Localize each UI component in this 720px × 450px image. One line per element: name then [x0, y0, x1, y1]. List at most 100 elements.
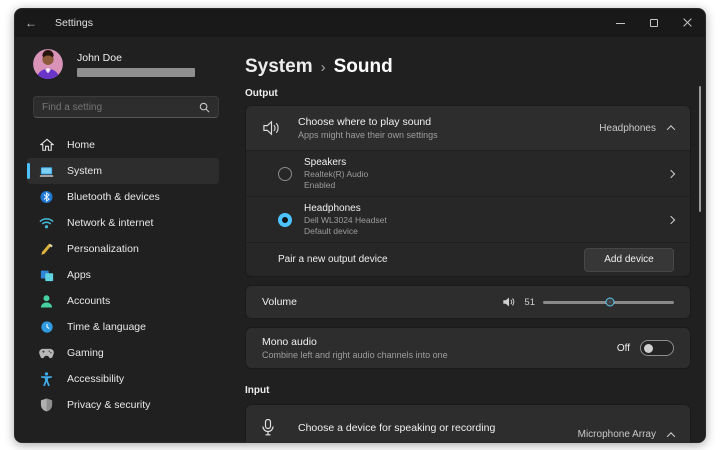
volume-slider[interactable] [543, 301, 674, 304]
search-input[interactable] [42, 102, 199, 113]
personalization-icon [39, 242, 54, 257]
device-name: Speakers [304, 157, 368, 168]
device-detail: Dell WL3024 Headset [304, 215, 387, 225]
device-row-speakers[interactable]: Speakers Realtek(R) Audio Enabled [246, 150, 690, 196]
main-content: System › Sound Output Choose where to pl… [233, 37, 705, 443]
sidebar-item-gaming[interactable]: Gaming [27, 340, 219, 366]
pair-device-label: Pair a new output device [278, 254, 388, 265]
volume-card: Volume 51 [245, 285, 691, 319]
sidebar-item-time-language[interactable]: Time & language [27, 314, 219, 340]
network-icon [39, 216, 54, 231]
app-title: Settings [55, 17, 93, 29]
mono-audio-card: Mono audio Combine left and right audio … [245, 327, 691, 369]
volume-speaker-icon[interactable] [502, 296, 516, 308]
chevron-right-icon[interactable] [667, 215, 675, 223]
apps-icon [39, 268, 54, 283]
sidebar: John Doe Home System Blu [15, 37, 233, 443]
time-language-icon [39, 320, 54, 335]
sidebar-item-personalization[interactable]: Personalization [27, 236, 219, 262]
chevron-up-icon[interactable] [667, 125, 675, 133]
scrollbar[interactable] [699, 86, 701, 212]
pair-device-row: Pair a new output device Add device [246, 242, 690, 276]
sidebar-item-label: Personalization [67, 243, 139, 255]
maximize-icon [650, 19, 658, 27]
avatar [33, 49, 63, 79]
sidebar-item-label: Accounts [67, 295, 110, 307]
device-status: Default device [304, 226, 387, 236]
mono-audio-toggle[interactable] [640, 340, 674, 356]
page-title: Sound [334, 56, 393, 78]
sidebar-item-apps[interactable]: Apps [27, 262, 219, 288]
system-icon [39, 164, 54, 179]
sidebar-item-label: Network & internet [67, 217, 153, 229]
mono-audio-title: Mono audio [262, 336, 448, 348]
privacy-icon [39, 398, 54, 413]
breadcrumb-separator: › [321, 59, 326, 76]
sidebar-item-label: Accessibility [67, 373, 124, 385]
sidebar-item-accounts[interactable]: Accounts [27, 288, 219, 314]
user-email-redacted [77, 68, 195, 77]
microphone-icon [262, 419, 284, 436]
input-device-card[interactable]: Choose a device for speaking or recordin… [245, 404, 691, 443]
add-device-button[interactable]: Add device [584, 248, 674, 272]
output-expander-header[interactable]: Choose where to play sound Apps might ha… [246, 106, 690, 150]
sidebar-item-label: Time & language [67, 321, 146, 333]
volume-value: 51 [524, 297, 535, 308]
output-selected-value: Headphones [599, 123, 656, 134]
user-profile[interactable]: John Doe [33, 49, 233, 79]
sidebar-item-label: Gaming [67, 347, 104, 359]
sidebar-item-label: Privacy & security [67, 399, 150, 411]
input-selected-value: Microphone Array [578, 429, 656, 440]
search-box[interactable] [33, 96, 219, 118]
sidebar-item-privacy[interactable]: Privacy & security [27, 392, 219, 418]
output-expander-subtitle: Apps might have their own settings [298, 130, 438, 140]
breadcrumb: System › Sound [245, 56, 691, 78]
volume-label: Volume [262, 296, 297, 308]
maximize-button[interactable] [637, 9, 671, 37]
sidebar-item-label: Home [67, 139, 95, 151]
close-icon [683, 18, 693, 28]
toggle-knob [644, 344, 653, 353]
sidebar-item-network[interactable]: Network & internet [27, 210, 219, 236]
output-section-label: Output [245, 88, 691, 99]
chevron-up-icon[interactable] [667, 432, 675, 440]
gaming-icon [39, 346, 54, 361]
bluetooth-icon [39, 190, 54, 205]
mono-audio-subtitle: Combine left and right audio channels in… [262, 350, 448, 360]
mono-toggle-state: Off [617, 343, 630, 354]
device-detail: Realtek(R) Audio [304, 169, 368, 179]
device-name: Headphones [304, 203, 387, 214]
sidebar-item-home[interactable]: Home [27, 132, 219, 158]
output-expander-title: Choose where to play sound [298, 116, 438, 128]
window-controls [603, 9, 705, 37]
device-row-headphones[interactable]: Headphones Dell WL3024 Headset Default d… [246, 196, 690, 242]
chevron-right-icon[interactable] [667, 169, 675, 177]
accessibility-icon [39, 372, 54, 387]
volume-slider-thumb[interactable] [606, 299, 613, 306]
accounts-icon [39, 294, 54, 309]
sidebar-item-label: Apps [67, 269, 91, 281]
radio-speakers[interactable] [278, 167, 292, 181]
output-device-card: Choose where to play sound Apps might ha… [245, 105, 691, 277]
home-icon [39, 138, 54, 153]
breadcrumb-system[interactable]: System [245, 56, 313, 78]
sidebar-item-bluetooth[interactable]: Bluetooth & devices [27, 184, 219, 210]
sidebar-item-label: Bluetooth & devices [67, 191, 160, 203]
radio-headphones[interactable] [278, 213, 292, 227]
sidebar-item-accessibility[interactable]: Accessibility [27, 366, 219, 392]
minimize-button[interactable] [603, 9, 637, 37]
speaker-icon [262, 120, 284, 136]
device-status: Enabled [304, 180, 368, 190]
input-section-label: Input [245, 385, 691, 396]
sidebar-item-system[interactable]: System [27, 158, 219, 184]
input-expander-title: Choose a device for speaking or recordin… [298, 422, 495, 434]
settings-window: ← Settings John D [14, 8, 706, 443]
sidebar-nav: Home System Bluetooth & devices Network … [33, 132, 233, 418]
user-name: John Doe [77, 52, 195, 64]
close-button[interactable] [671, 9, 705, 37]
sidebar-item-label: System [67, 165, 102, 177]
titlebar: ← Settings [15, 9, 705, 37]
minimize-icon [616, 23, 625, 24]
search-icon [199, 102, 210, 113]
back-button[interactable]: ← [15, 16, 47, 30]
